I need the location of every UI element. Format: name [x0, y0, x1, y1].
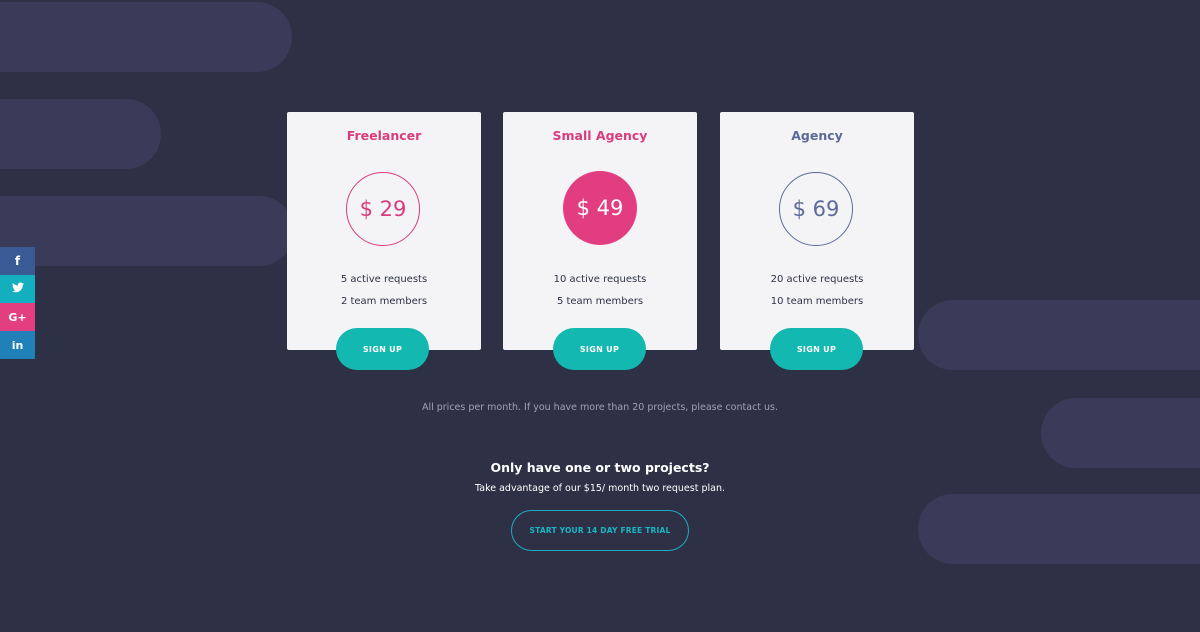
promo-subtext: Take advantage of our $15/ month two req… [475, 483, 725, 494]
plan-price: $ 29 [359, 197, 407, 221]
linkedin-icon: in [11, 338, 24, 352]
google-plus-icon: G+ [8, 310, 27, 324]
price-circle: $ 69 [779, 172, 853, 246]
linkedin-share-button[interactable]: in [0, 331, 35, 359]
plan-feature: 5 team members [556, 296, 644, 307]
decorative-pill [0, 2, 292, 72]
facebook-icon: f [14, 254, 21, 268]
free-trial-button[interactable]: START YOUR 14 DAY FREE TRIAL [511, 510, 689, 551]
plan-feature: 10 active requests [553, 274, 647, 285]
plan-feature: 20 active requests [770, 274, 864, 285]
plan-feature: 10 team members [770, 296, 864, 307]
facebook-share-button[interactable]: f [0, 247, 35, 275]
price-circle: $ 49 [563, 171, 637, 245]
signup-button-agency[interactable]: SIGN UP [770, 328, 863, 370]
plan-price: $ 49 [576, 196, 624, 220]
social-share-bar: f G+ in [0, 247, 35, 359]
plan-feature: 2 team members [340, 296, 428, 307]
signup-button-small-agency[interactable]: SIGN UP [553, 328, 646, 370]
plan-title: Small Agency [552, 128, 648, 143]
promo-heading: Only have one or two projects? [490, 460, 710, 475]
twitter-share-button[interactable] [0, 275, 35, 303]
plan-price: $ 69 [792, 197, 840, 221]
price-circle: $ 29 [346, 172, 420, 246]
decorative-pill [0, 196, 294, 266]
decorative-pill [918, 300, 1200, 370]
plan-title: Freelancer [346, 128, 422, 143]
twitter-icon [11, 282, 24, 296]
pricing-note: All prices per month. If you have more t… [421, 402, 779, 413]
pricing-card-freelancer: Freelancer $ 29 5 active requests 2 team… [287, 112, 481, 350]
decorative-pill [918, 494, 1200, 564]
plan-feature: 5 active requests [340, 274, 428, 285]
signup-button-freelancer[interactable]: SIGN UP [336, 328, 429, 370]
google-plus-share-button[interactable]: G+ [0, 303, 35, 331]
plan-title: Agency [791, 128, 843, 143]
pricing-card-agency: Agency $ 69 20 active requests 10 team m… [720, 112, 914, 350]
pricing-card-small-agency: Small Agency $ 49 10 active requests 5 t… [503, 112, 697, 350]
decorative-pill [0, 99, 161, 169]
